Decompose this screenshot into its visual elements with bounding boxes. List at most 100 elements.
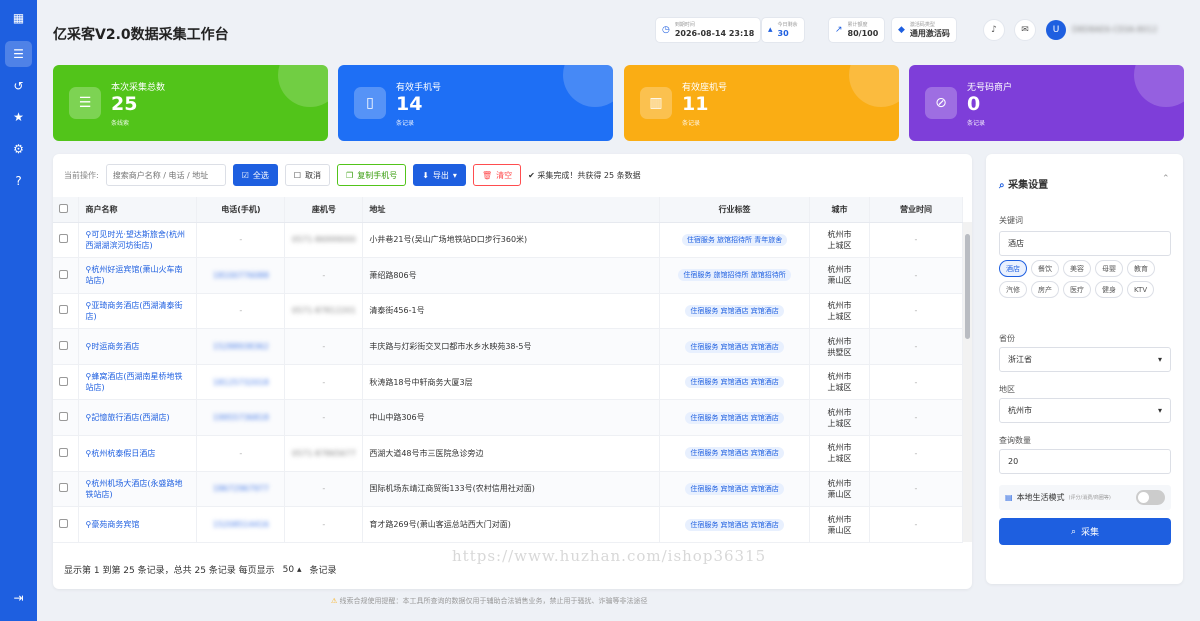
card-mobile: ▯ 有效手机号 14 条记录 <box>338 65 613 141</box>
life-mode-toggle[interactable] <box>1136 490 1165 505</box>
mail-icon[interactable]: ✉ <box>1014 19 1036 41</box>
user-id: D8D8AE6-CE0A-8012 <box>1072 25 1158 34</box>
address-cell: 西湖大道48号市三医院急诊旁边 <box>362 435 661 472</box>
card-sub: 条记录 <box>967 120 986 127</box>
help-icon[interactable]: ? <box>0 168 37 194</box>
table-row[interactable]: ⚲蜂窝酒店(西湖南星桥地铁站店) 18125732018 - 秋涛路18号中轩商务大厦… <box>53 364 963 401</box>
merchant-name[interactable]: ⚲可见时光·望达斯旅舍(杭州西湖湖滨河坊街店) <box>85 230 185 250</box>
check-circle-icon: ✔ <box>528 170 535 180</box>
landline-cell: 0571-86999000 <box>291 235 356 245</box>
col-mobile[interactable]: 电话(手机) <box>196 197 286 223</box>
region-select[interactable]: 杭州市 ▾ <box>999 398 1171 423</box>
keyword-input[interactable]: 酒店 <box>999 231 1171 256</box>
card-value: 14 <box>396 93 423 115</box>
merchant-name[interactable]: ⚲蜂窝酒店(西湖南星桥地铁站店) <box>85 372 182 392</box>
keyword-chip[interactable]: KTV <box>1127 281 1155 298</box>
search-input[interactable] <box>105 164 226 186</box>
count-value: 20 <box>1008 457 1019 466</box>
merchant-name[interactable]: ⚲豪苑商务宾馆 <box>85 520 139 529</box>
table-row[interactable]: ⚲可见时光·望达斯旅舍(杭州西湖湖滨河坊街店) - 0571-86999000 小井巷… <box>53 222 963 259</box>
table-row[interactable]: ⚲杭州好运宾馆(萧山火车南站店) 18100776088 - 萧绍路806号 住宿服务 … <box>53 257 963 294</box>
header-checkbox[interactable] <box>59 203 68 213</box>
card-landline: ▥ 有效座机号 11 条记录 <box>624 65 899 141</box>
row-checkbox[interactable] <box>59 341 68 351</box>
address-cell: 清泰街456-1号 <box>362 293 661 330</box>
industry-tag: 住宿服务 旅馆招待所 青年旅舍 <box>681 233 788 246</box>
row-checkbox[interactable] <box>59 376 68 386</box>
table-row[interactable]: ⚲記憶旅行酒店(西湖店) 19955736818 - 中山中路306号 住宿服务 宾馆酒… <box>53 399 963 437</box>
merchant-name[interactable]: ⚲杭州好运宾馆(萧山火车南站店) <box>85 265 182 285</box>
table-row[interactable]: ⚲杭州杭泰假日酒店 - 0571-87865677 西湖大道48号市三医院急诊旁边 住宿… <box>53 435 963 472</box>
table-row[interactable]: ⚲亚琦商务酒店(西湖清泰街店) - 0571-87812201 清泰街456-1号 住宿… <box>53 293 963 330</box>
row-checkbox[interactable] <box>59 447 68 457</box>
merchant-name-text: 豪苑商务宾馆 <box>91 520 140 530</box>
row-checkbox[interactable] <box>59 519 68 529</box>
copy-mobile-label: 复制手机号 <box>357 170 398 180</box>
mobile-cell: 15208514416 <box>212 520 269 530</box>
database-icon[interactable]: ☰ <box>5 41 32 67</box>
table-row[interactable]: ⚲时运商务酒店 15288938362 - 丰庆路与灯彩街交叉口都市水乡水映苑38-5… <box>53 328 963 365</box>
grid-icon[interactable]: ▦ <box>0 5 37 31</box>
landline-cell: 0571-87812201 <box>291 306 356 316</box>
select-all-button[interactable]: ☑ 全选 <box>232 164 278 186</box>
tag-icon: ◆ <box>898 25 905 35</box>
count-input[interactable]: 20 <box>999 449 1171 474</box>
address-cell: 小井巷21号(吴山广场地铁站D口步行360米) <box>362 222 661 259</box>
merchant-name[interactable]: ⚲时运商务酒店 <box>85 342 139 351</box>
copy-mobile-button[interactable]: ❐ 复制手机号 <box>337 164 407 186</box>
col-address[interactable]: 地址 <box>362 197 661 223</box>
history-icon[interactable]: ↺ <box>0 73 37 99</box>
merchant-name-text: 杭州机场大酒店(永盛路地铁站店) <box>85 478 183 499</box>
clear-button[interactable]: 🗑 清空 <box>472 164 522 186</box>
landline-cell: - <box>322 270 326 280</box>
page-size-select[interactable]: 50 ▴ <box>283 565 302 575</box>
page-title: 亿采客V2.0数据采集工作台 <box>53 27 229 43</box>
col-name[interactable]: 商户名称 <box>78 197 198 223</box>
merchant-name[interactable]: ⚲杭州杭泰假日酒店 <box>85 449 155 458</box>
keyword-chips: 酒店 餐饮 美容 母婴 教育汽修 房产 医疗 健身 KTV <box>999 260 1171 298</box>
logout-icon[interactable]: ⇥ <box>0 585 37 611</box>
chevron-down-icon: ▾ <box>1157 355 1162 364</box>
keyword-chip[interactable]: 医疗 <box>1063 281 1091 298</box>
keyword-chip[interactable]: 教育 <box>1127 260 1155 277</box>
collect-button[interactable]: ⌕ 采集 <box>999 518 1171 545</box>
row-checkbox[interactable] <box>59 305 68 315</box>
keyword-chip[interactable]: 母婴 <box>1095 260 1123 277</box>
card-value: 11 <box>682 93 709 115</box>
chevron-up-icon[interactable]: ⌃ <box>1162 174 1170 184</box>
keyword-chip[interactable]: 美容 <box>1063 260 1091 277</box>
table-row[interactable]: ⚲杭州机场大酒店(永盛路地铁站店) 18672967977 - 国际机场东靖江商贸街1… <box>53 471 963 508</box>
city-cell: 杭州市 <box>827 372 852 382</box>
keyword-chip[interactable]: 房产 <box>1031 281 1059 298</box>
merchant-name[interactable]: ⚲杭州机场大酒店(永盛路地铁站店) <box>85 479 182 499</box>
today-value: 30 <box>777 28 789 38</box>
col-landline[interactable]: 座机号 <box>284 197 364 223</box>
avatar[interactable]: U <box>1046 20 1066 40</box>
bell-icon[interactable]: ♪ <box>983 19 1005 41</box>
province-select[interactable]: 浙江省 ▾ <box>999 347 1171 372</box>
row-checkbox[interactable] <box>59 483 68 493</box>
row-checkbox[interactable] <box>59 269 68 279</box>
merchant-name[interactable]: ⚲記憶旅行酒店(西湖店) <box>85 413 169 422</box>
keyword-chip[interactable]: 汽修 <box>999 281 1027 298</box>
table-scrollbar[interactable] <box>963 222 972 542</box>
row-checkbox[interactable] <box>59 412 68 422</box>
keyword-chip[interactable]: 健身 <box>1095 281 1123 298</box>
star-icon[interactable]: ★ <box>0 104 37 130</box>
code-type-label: 激活码类型 <box>909 21 935 28</box>
table-row[interactable]: ⚲豪苑商务宾馆 15208514416 - 育才路269号(萧山客运总站西大门对面) 住… <box>53 506 963 543</box>
row-checkbox[interactable] <box>59 234 68 244</box>
gear-icon[interactable]: ⚙ <box>0 136 37 162</box>
col-city[interactable]: 城市 <box>809 197 870 223</box>
address-cell: 秋涛路18号中轩商务大厦3层 <box>362 364 661 401</box>
quota-value: 80/100 <box>847 28 879 38</box>
col-tags[interactable]: 行业标签 <box>659 197 811 223</box>
life-mode-note: (评分/消费/商圈等) <box>1068 495 1111 501</box>
merchant-name[interactable]: ⚲亚琦商务酒店(西湖清泰街店) <box>85 301 182 321</box>
region-label: 地区 <box>999 385 1015 394</box>
export-button[interactable]: ⬇ 导出 ▾ <box>413 164 466 186</box>
cancel-button[interactable]: ☐ 取消 <box>284 164 331 186</box>
col-hours[interactable]: 营业时间 <box>869 197 963 223</box>
keyword-chip[interactable]: 餐饮 <box>1031 260 1059 277</box>
keyword-chip[interactable]: 酒店 <box>999 260 1027 277</box>
